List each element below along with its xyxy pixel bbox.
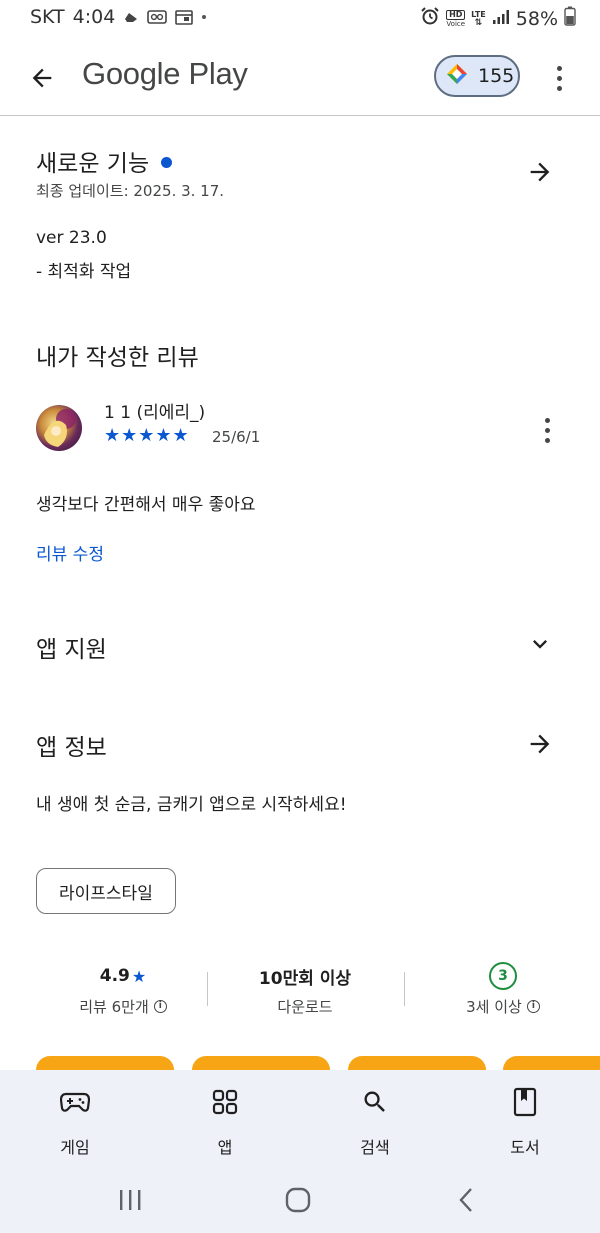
system-back-button[interactable] — [436, 1182, 496, 1218]
avatar-image — [44, 409, 76, 447]
nav-label-games: 게임 — [60, 1138, 90, 1157]
age-rating-stat: 3 3세 이상 i — [418, 962, 588, 1017]
more-vert-icon — [556, 65, 562, 71]
edit-review-link[interactable]: 리뷰 수정 — [36, 540, 104, 565]
arrow-forward-icon — [530, 734, 550, 754]
chevron-down-icon — [533, 640, 547, 649]
play-points-icon — [446, 63, 468, 89]
clock-label: 4:04 — [72, 6, 116, 28]
bottom-nav: 게임 앱 검색 도서 — [0, 1070, 600, 1233]
review-text: 생각보다 간편해서 매우 좋아요 — [36, 495, 256, 515]
category-chip[interactable]: 라이프스타일 — [36, 868, 176, 914]
nav-item-games[interactable]: 게임 — [25, 1082, 125, 1158]
alarm-icon — [420, 6, 440, 31]
play-points-chip[interactable]: 155 — [434, 55, 520, 97]
battery-icon — [564, 6, 576, 31]
downloads-stat: 10만회 이상 다운로드 — [220, 962, 390, 1017]
status-bar: SKT 4:04 HD Voice LTE ⇅ 58% — [0, 0, 600, 36]
downloads-value: 10만회 이상 — [258, 968, 352, 989]
voicemail-icon — [147, 10, 168, 24]
nav-label-search: 검색 — [360, 1138, 390, 1157]
cloud-icon — [123, 10, 139, 24]
avatar — [36, 405, 82, 451]
rating-stat: 4.9 ★ 리뷰 6만개 i — [38, 962, 208, 1017]
arrow-forward-icon — [530, 162, 550, 182]
apps-grid-icon — [175, 1082, 275, 1122]
app-info-arrow-button[interactable] — [520, 724, 560, 764]
nav-label-books: 도서 — [510, 1138, 540, 1157]
data-arrows-icon: ⇅ — [474, 17, 483, 28]
signal-icon — [492, 8, 510, 30]
age-label: 3세 이상 — [466, 998, 522, 1016]
whats-new-arrow-button[interactable] — [520, 152, 560, 192]
reviewer-name: 1 1 (리에리_) — [104, 403, 206, 423]
voice-label: Voice — [446, 19, 466, 28]
more-vert-icon — [544, 417, 550, 423]
nav-item-apps[interactable]: 앱 — [175, 1082, 275, 1158]
info-icon[interactable]: i — [526, 1000, 540, 1013]
info-icon[interactable]: i — [153, 1000, 167, 1013]
more-vert-dot — [544, 427, 550, 433]
star-rating: ★★★★★ — [104, 425, 190, 446]
last-updated: 최종 업데이트: 2025. 3. 17. — [36, 182, 225, 200]
home-icon — [285, 1187, 311, 1213]
app-description: 내 생애 첫 순금, 금캐기 앱으로 시작하세요! — [36, 795, 347, 815]
my-review-title: 내가 작성한 리뷰 — [36, 345, 199, 371]
downloads-label: 다운로드 — [277, 998, 333, 1016]
nav-item-search[interactable]: 검색 — [325, 1082, 425, 1158]
search-icon — [325, 1082, 425, 1122]
hd-voice-indicator: HD Voice — [446, 9, 466, 28]
rating-label: 리뷰 6만개 — [79, 998, 149, 1016]
age-badge-row: 3 — [418, 962, 588, 990]
carrier-label: SKT — [30, 6, 65, 28]
whats-new-title[interactable]: 새로운 기능 — [36, 144, 173, 178]
update-note: - 최적화 작업 — [36, 262, 132, 282]
whats-new-title-text: 새로운 기능 — [36, 151, 150, 177]
version-text: ver 23.0 — [36, 228, 107, 248]
more-vert-dot — [556, 85, 562, 91]
app-support-title[interactable]: 앱 지원 — [36, 630, 107, 664]
age-label-row: 3세 이상 i — [418, 996, 588, 1017]
hd-label: HD — [446, 9, 466, 20]
home-button[interactable] — [268, 1182, 328, 1218]
stat-divider — [207, 972, 208, 1006]
rating-value-row: 4.9 ★ — [38, 962, 208, 990]
calendar-icon — [175, 9, 194, 25]
recent-apps-icon — [120, 1190, 141, 1210]
book-icon — [475, 1082, 575, 1122]
app-info-title[interactable]: 앱 정보 — [36, 728, 107, 762]
status-left: SKT 4:04 — [30, 6, 207, 28]
app-title: Google Play — [82, 56, 248, 91]
app-bar: Google Play 155 — [0, 40, 600, 116]
more-vert-dot — [544, 437, 550, 443]
lte-indicator: LTE ⇅ — [471, 10, 486, 28]
more-options-button[interactable] — [546, 58, 572, 98]
age-rating-badge: 3 — [489, 962, 517, 990]
recent-apps-button[interactable] — [100, 1182, 160, 1218]
review-date: 25/6/1 — [212, 428, 261, 446]
rating-label-row: 리뷰 6만개 i — [38, 996, 208, 1017]
arrow-back-icon — [32, 68, 52, 88]
play-points-count: 155 — [478, 65, 515, 87]
review-more-button[interactable] — [534, 412, 560, 448]
notification-dot-icon — [201, 14, 207, 20]
new-indicator-dot — [161, 157, 173, 168]
more-vert-dot — [556, 75, 562, 81]
stat-divider — [404, 972, 405, 1006]
app-support-expand-button[interactable] — [520, 624, 560, 664]
gamepad-icon — [25, 1082, 125, 1122]
nav-label-apps: 앱 — [217, 1138, 233, 1157]
chevron-left-icon — [459, 1188, 472, 1212]
rating-star-icon: ★ — [131, 966, 147, 986]
nav-item-books[interactable]: 도서 — [475, 1082, 575, 1158]
battery-percent: 58% — [515, 7, 558, 30]
rating-value: 4.9 — [99, 966, 130, 986]
status-right: HD Voice LTE ⇅ 58% — [420, 6, 576, 31]
back-button[interactable] — [22, 58, 62, 98]
